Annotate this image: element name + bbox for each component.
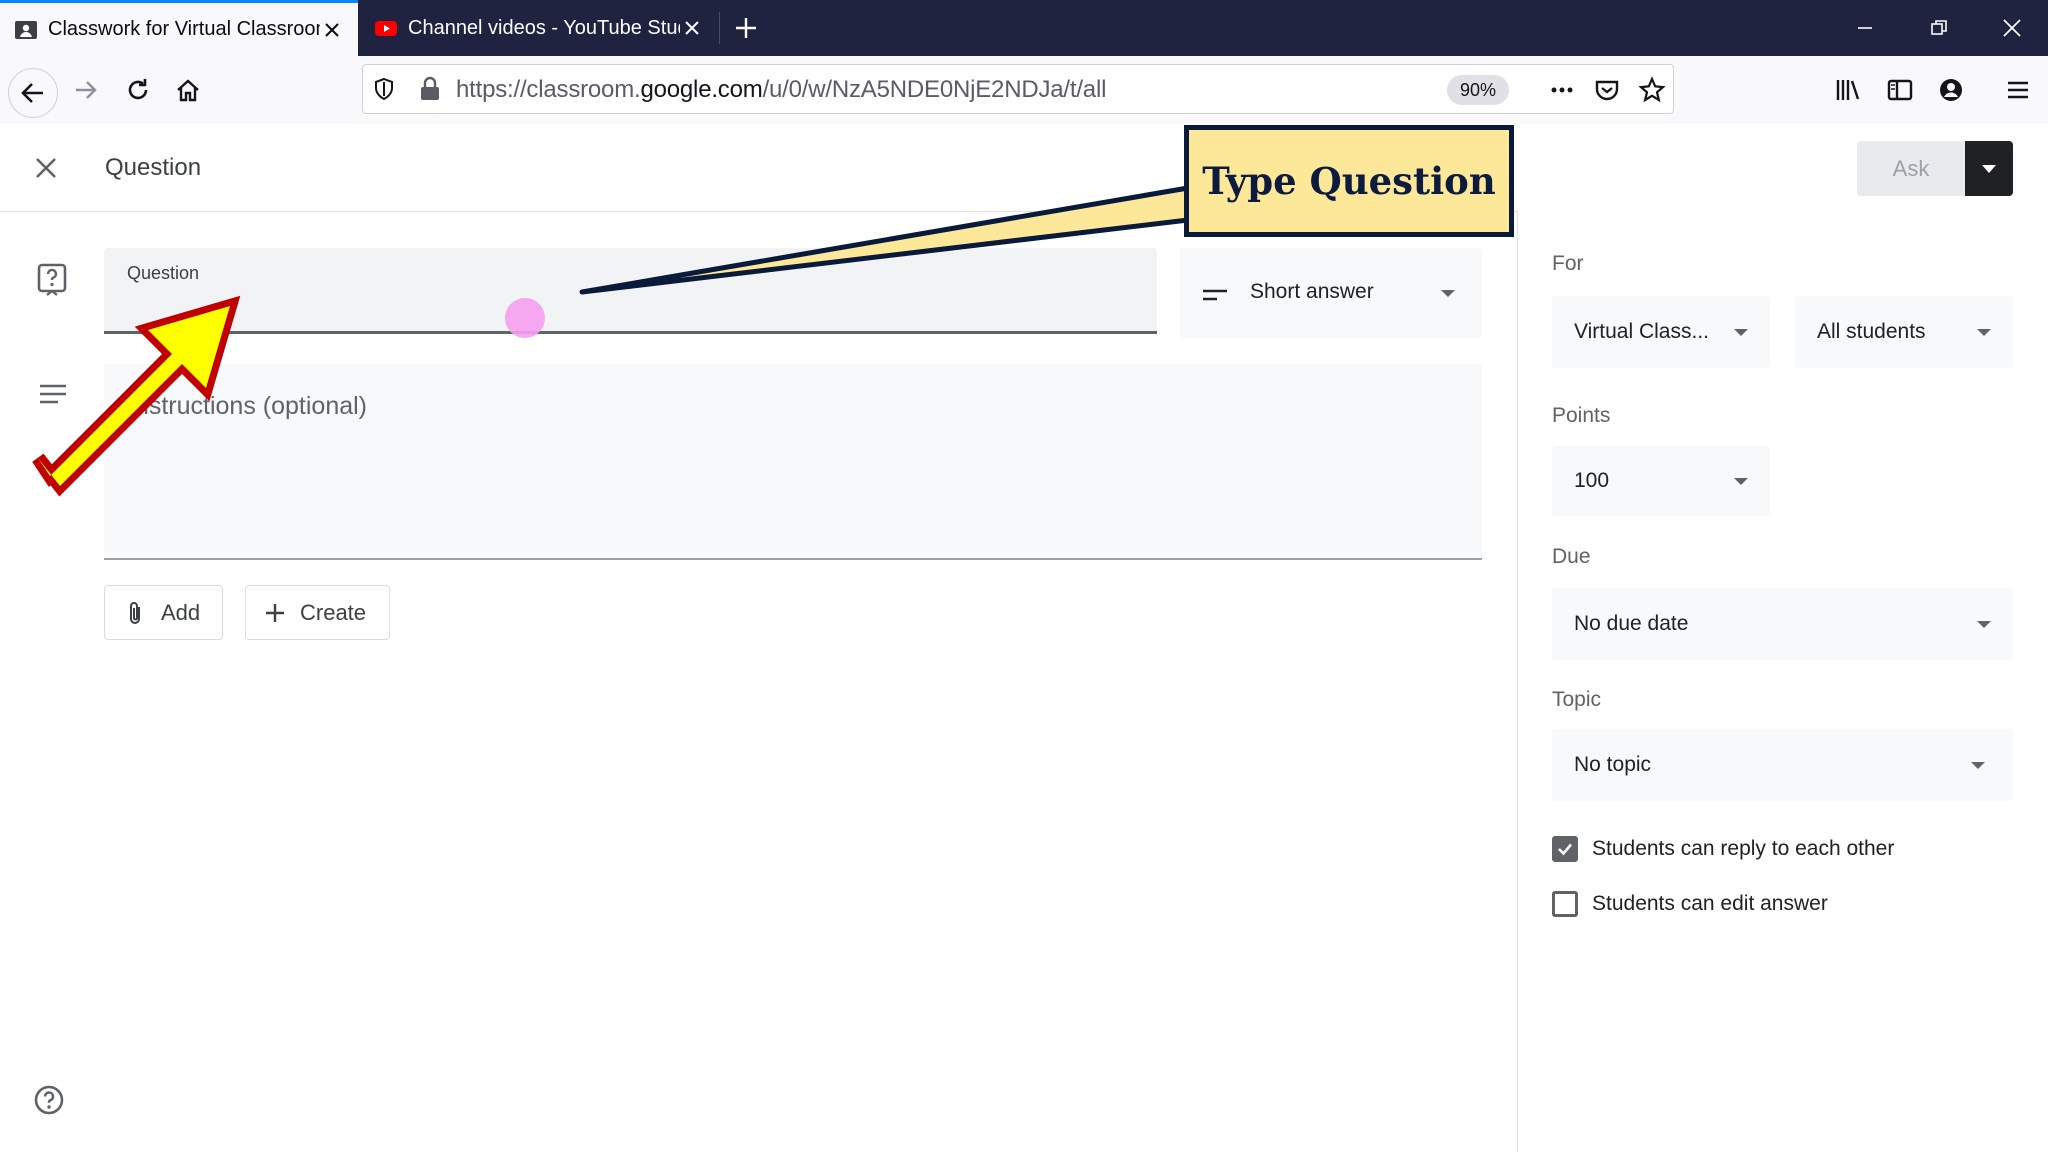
classroom-icon: [14, 18, 38, 42]
close-icon: [36, 158, 56, 178]
tracking-protection-shield-icon[interactable]: [372, 77, 396, 101]
pocket-button[interactable]: [1585, 68, 1629, 112]
plus-icon: [264, 602, 286, 624]
create-button-label: Create: [300, 599, 367, 625]
question-input-label: Question: [127, 263, 200, 283]
library-icon: [1836, 80, 1860, 100]
points-select-value: 100: [1574, 469, 1610, 492]
help-circle-icon: [34, 1085, 64, 1115]
home-button[interactable]: [166, 68, 210, 112]
app-menu-button[interactable]: [1996, 68, 2040, 112]
checkmark-icon: [1558, 843, 1572, 856]
question-help-icon: [36, 262, 68, 298]
ask-button[interactable]: Ask: [1857, 141, 1965, 196]
restore-icon: [1931, 20, 1947, 35]
forward-button[interactable]: [64, 68, 108, 112]
reload-icon: [128, 79, 148, 100]
more-horizontal-icon: [1551, 87, 1573, 93]
youtube-icon: [374, 16, 398, 40]
home-icon: [177, 79, 199, 102]
reload-button[interactable]: [116, 68, 160, 112]
caret-down-icon: [1982, 164, 1996, 173]
class-select[interactable]: Virtual Class...: [1552, 296, 1770, 368]
lock-icon[interactable]: [418, 76, 442, 102]
callout-text: Type Question: [1202, 159, 1496, 203]
instructions-placeholder: Instructions (optional): [128, 392, 368, 420]
tab-classroom[interactable]: Classwork for Virtual Classroom: [0, 0, 358, 56]
due-label: Due: [1552, 545, 1591, 568]
topic-select[interactable]: No topic: [1552, 729, 2013, 801]
class-select-value: Virtual Class...: [1574, 320, 1709, 343]
reply-option[interactable]: Students can reply to each other: [1552, 836, 1894, 862]
caret-down-icon: [1971, 761, 1985, 769]
close-tab-icon[interactable]: [320, 18, 344, 42]
question-input[interactable]: [104, 248, 1157, 334]
plus-icon: [736, 18, 756, 38]
create-button[interactable]: Create: [245, 585, 390, 640]
reply-checkbox[interactable]: [1552, 836, 1578, 862]
tab-youtube-studio[interactable]: Channel videos - YouTube Studio: [360, 0, 718, 56]
url-text[interactable]: https://classroom.google.com/u/0/w/NzA5N…: [456, 76, 1106, 104]
forward-arrow-icon: [76, 81, 97, 99]
back-arrow-icon: [21, 83, 43, 103]
students-select-value: All students: [1817, 320, 1926, 343]
tab-title: Channel videos - YouTube Studio: [408, 16, 680, 39]
for-label: For: [1552, 252, 1584, 275]
hamburger-menu-icon: [2008, 81, 2028, 99]
back-button[interactable]: [8, 68, 58, 118]
close-question-button[interactable]: [24, 146, 68, 190]
page-actions-button[interactable]: [1540, 68, 1584, 112]
caret-down-icon: [1977, 328, 1991, 336]
minimize-window-button[interactable]: [1843, 6, 1887, 50]
question-type-value: Short answer: [1250, 280, 1374, 303]
sidebar-icon: [1887, 79, 1913, 101]
add-button-label: Add: [161, 599, 201, 625]
topic-label: Topic: [1552, 688, 1602, 711]
tab-separator: [719, 12, 720, 44]
edit-checkbox-label: Students can edit answer: [1592, 892, 1828, 915]
close-tab-icon[interactable]: [680, 16, 704, 40]
caret-down-icon: [1441, 290, 1455, 297]
minimize-icon: [1858, 27, 1872, 29]
pocket-icon: [1595, 80, 1619, 101]
caret-down-icon: [1734, 477, 1748, 485]
edit-option[interactable]: Students can edit answer: [1552, 891, 1828, 917]
sidebar-toggle-button[interactable]: [1878, 68, 1922, 112]
ask-options-dropdown[interactable]: [1965, 141, 2013, 196]
due-date-select-value: No due date: [1574, 612, 1689, 635]
restore-window-button[interactable]: [1917, 6, 1961, 50]
tab-title: Classwork for Virtual Classroom: [48, 18, 320, 40]
app-header: [0, 124, 2048, 212]
paperclip-icon: [125, 600, 145, 626]
url-path: /u/0/w/NzA5NDE0NjE2NDJa/t/all: [762, 76, 1107, 103]
bookmark-star-button[interactable]: [1630, 68, 1674, 112]
caret-down-icon: [1977, 620, 1991, 628]
help-button[interactable]: [27, 1078, 71, 1122]
close-window-button[interactable]: [1990, 6, 2034, 50]
due-date-select[interactable]: No due date: [1552, 588, 2013, 660]
points-select[interactable]: 100: [1552, 446, 1770, 516]
add-attachment-button[interactable]: Add: [104, 585, 223, 640]
type-question-callout: Type Question: [1184, 125, 1514, 237]
library-button[interactable]: [1826, 68, 1870, 112]
caret-down-icon: [1734, 328, 1748, 336]
star-icon: [1638, 76, 1666, 103]
new-tab-button[interactable]: [724, 6, 768, 50]
page-title: Question: [105, 154, 202, 181]
zoom-level-badge[interactable]: 90%: [1447, 75, 1509, 105]
description-lines-icon: [38, 382, 68, 406]
edit-checkbox[interactable]: [1552, 891, 1578, 917]
close-icon: [2003, 19, 2021, 37]
account-button[interactable]: [1929, 68, 1973, 112]
students-select[interactable]: All students: [1795, 296, 2013, 368]
topic-select-value: No topic: [1574, 753, 1652, 776]
url-domain: google.com: [640, 76, 763, 103]
mouse-cursor-highlight: [505, 298, 545, 338]
short-answer-icon: [1202, 288, 1228, 302]
points-label: Points: [1552, 404, 1611, 427]
account-icon: [1940, 79, 1962, 101]
url-prefix: https://classroom.: [456, 76, 641, 103]
reply-checkbox-label: Students can reply to each other: [1592, 837, 1895, 860]
